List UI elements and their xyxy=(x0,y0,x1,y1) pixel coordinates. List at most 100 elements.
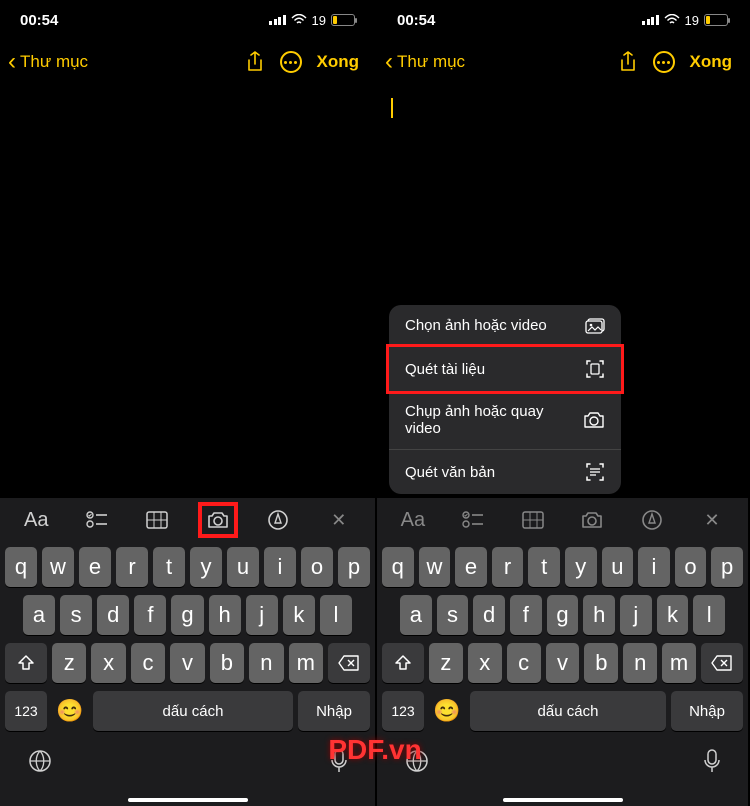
key-f[interactable]: f xyxy=(134,595,166,635)
key-r[interactable]: r xyxy=(492,547,524,587)
key-w[interactable]: w xyxy=(419,547,451,587)
numeric-key[interactable]: 123 xyxy=(5,691,47,731)
key-e[interactable]: e xyxy=(79,547,111,587)
home-indicator[interactable] xyxy=(128,798,248,802)
key-a[interactable]: a xyxy=(23,595,55,635)
key-p[interactable]: p xyxy=(338,547,370,587)
close-toolbar-button[interactable]: ✕ xyxy=(692,502,732,538)
menu-scan-text[interactable]: Quét văn bản xyxy=(389,450,621,494)
table-button[interactable] xyxy=(137,502,177,538)
key-d[interactable]: d xyxy=(473,595,505,635)
key-z[interactable]: z xyxy=(429,643,463,683)
key-d[interactable]: d xyxy=(97,595,129,635)
key-s[interactable]: s xyxy=(437,595,469,635)
key-w[interactable]: w xyxy=(42,547,74,587)
table-icon xyxy=(522,511,544,529)
key-j[interactable]: j xyxy=(620,595,652,635)
key-c[interactable]: c xyxy=(131,643,165,683)
key-n[interactable]: n xyxy=(249,643,283,683)
key-l[interactable]: l xyxy=(320,595,352,635)
emoji-key[interactable]: 😊 xyxy=(429,691,465,731)
key-g[interactable]: g xyxy=(547,595,579,635)
enter-key[interactable]: Nhập xyxy=(298,691,370,731)
note-editor[interactable] xyxy=(0,84,375,112)
close-toolbar-button[interactable]: ✕ xyxy=(319,502,359,538)
back-button[interactable]: ‹ Thư mục xyxy=(385,48,610,76)
key-i[interactable]: i xyxy=(264,547,296,587)
key-k[interactable]: k xyxy=(283,595,315,635)
note-editor[interactable] xyxy=(377,84,748,132)
signal-icon xyxy=(642,15,659,25)
markup-button[interactable] xyxy=(632,502,672,538)
key-y[interactable]: y xyxy=(190,547,222,587)
key-q[interactable]: q xyxy=(382,547,414,587)
shift-key[interactable] xyxy=(382,643,424,683)
share-button[interactable] xyxy=(237,44,273,80)
text-format-button[interactable]: Aa xyxy=(16,502,56,538)
shift-key[interactable] xyxy=(5,643,47,683)
menu-choose-photo[interactable]: Chọn ảnh hoặc video xyxy=(389,305,621,347)
space-key[interactable]: dấu cách xyxy=(470,691,666,731)
key-z[interactable]: z xyxy=(52,643,86,683)
more-button[interactable] xyxy=(646,44,682,80)
key-q[interactable]: q xyxy=(5,547,37,587)
key-c[interactable]: c xyxy=(507,643,541,683)
key-l[interactable]: l xyxy=(693,595,725,635)
key-u[interactable]: u xyxy=(227,547,259,587)
key-x[interactable]: x xyxy=(91,643,125,683)
key-m[interactable]: m xyxy=(662,643,696,683)
mic-icon[interactable] xyxy=(703,748,721,774)
emoji-key[interactable]: 😊 xyxy=(52,691,88,731)
close-icon: ✕ xyxy=(331,510,346,531)
more-button[interactable] xyxy=(273,44,309,80)
menu-take-photo[interactable]: Chụp ảnh hoặc quay video xyxy=(389,391,621,450)
key-p[interactable]: p xyxy=(711,547,743,587)
key-o[interactable]: o xyxy=(675,547,707,587)
key-j[interactable]: j xyxy=(246,595,278,635)
key-e[interactable]: e xyxy=(455,547,487,587)
done-button[interactable]: Xong xyxy=(682,52,741,72)
key-t[interactable]: t xyxy=(153,547,185,587)
enter-key[interactable]: Nhập xyxy=(671,691,743,731)
camera-button[interactable] xyxy=(572,502,612,538)
key-h[interactable]: h xyxy=(209,595,241,635)
key-v[interactable]: v xyxy=(546,643,580,683)
globe-icon[interactable] xyxy=(27,748,53,774)
space-key[interactable]: dấu cách xyxy=(93,691,293,731)
key-m[interactable]: m xyxy=(289,643,323,683)
key-s[interactable]: s xyxy=(60,595,92,635)
done-button[interactable]: Xong xyxy=(309,52,368,72)
key-t[interactable]: t xyxy=(528,547,560,587)
key-x[interactable]: x xyxy=(468,643,502,683)
key-y[interactable]: y xyxy=(565,547,597,587)
delete-key[interactable] xyxy=(701,643,743,683)
delete-key[interactable] xyxy=(328,643,370,683)
key-g[interactable]: g xyxy=(171,595,203,635)
key-row-2: asdfghjkl xyxy=(380,595,745,635)
key-i[interactable]: i xyxy=(638,547,670,587)
menu-scan-document[interactable]: Quét tài liệu xyxy=(386,344,624,394)
numeric-key[interactable]: 123 xyxy=(382,691,424,731)
key-h[interactable]: h xyxy=(583,595,615,635)
share-button[interactable] xyxy=(610,44,646,80)
key-k[interactable]: k xyxy=(657,595,689,635)
battery-percent: 19 xyxy=(685,13,699,28)
key-b[interactable]: b xyxy=(584,643,618,683)
markup-button[interactable] xyxy=(258,502,298,538)
checklist-button[interactable] xyxy=(453,502,493,538)
table-button[interactable] xyxy=(513,502,553,538)
text-format-button[interactable]: Aa xyxy=(393,502,433,538)
back-button[interactable]: ‹ Thư mục xyxy=(8,48,237,76)
key-u[interactable]: u xyxy=(602,547,634,587)
home-indicator[interactable] xyxy=(503,798,623,802)
key-v[interactable]: v xyxy=(170,643,204,683)
key-f[interactable]: f xyxy=(510,595,542,635)
key-a[interactable]: a xyxy=(400,595,432,635)
key-n[interactable]: n xyxy=(623,643,657,683)
key-o[interactable]: o xyxy=(301,547,333,587)
checklist-button[interactable] xyxy=(77,502,117,538)
key-r[interactable]: r xyxy=(116,547,148,587)
key-b[interactable]: b xyxy=(210,643,244,683)
checklist-icon xyxy=(462,511,484,529)
camera-button[interactable] xyxy=(198,502,238,538)
